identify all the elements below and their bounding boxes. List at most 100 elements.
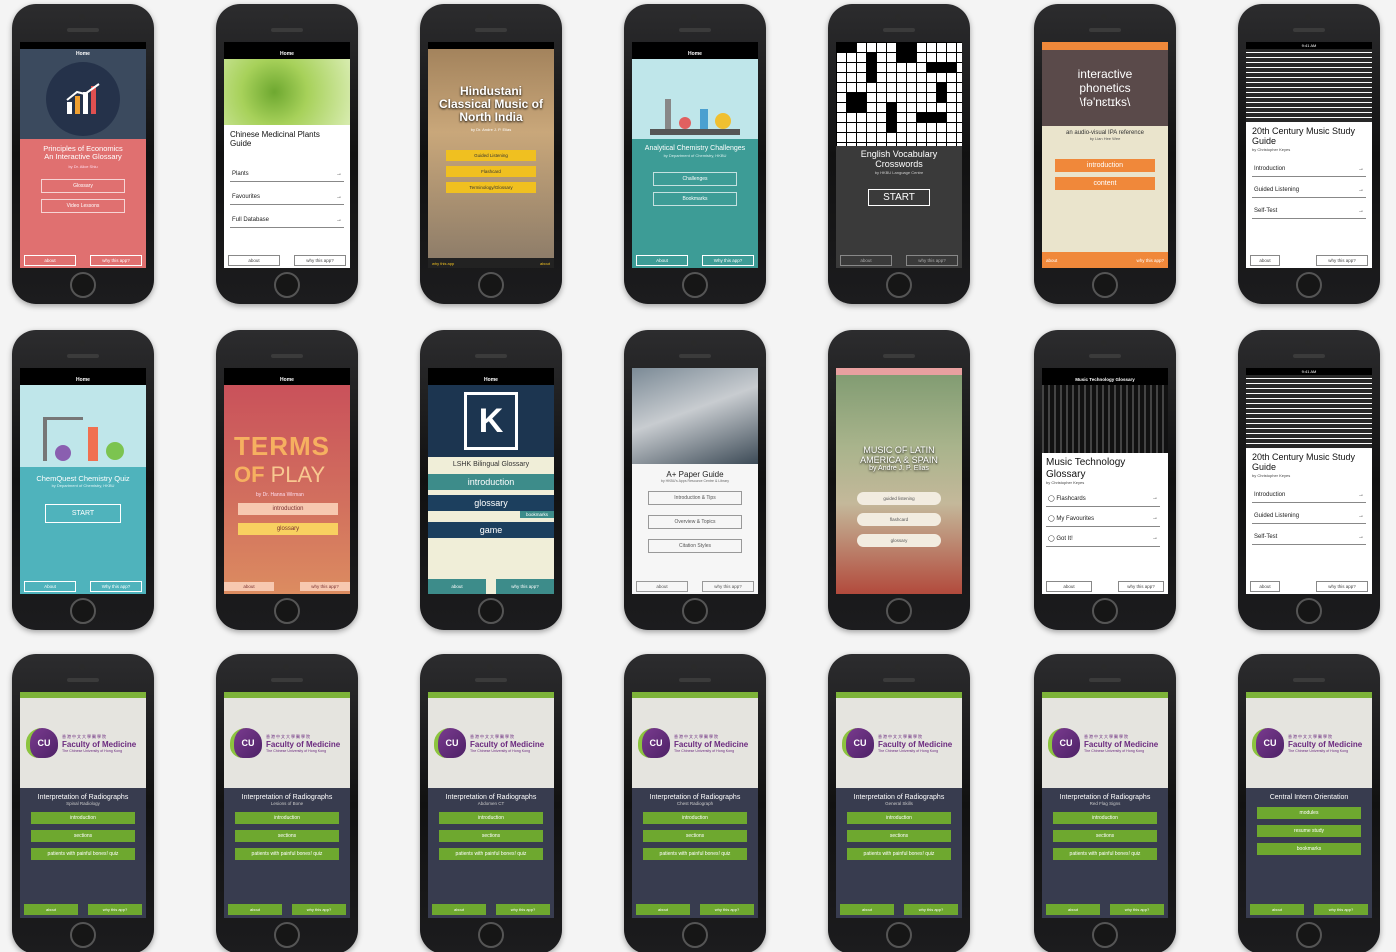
menu-button-3[interactable]: patients with painful bones! quiz [439, 848, 543, 860]
guided-listening-button[interactable]: guided listening [857, 492, 941, 505]
list-item-full-database[interactable]: Full Database → [230, 213, 344, 228]
list-item-my-favourites[interactable]: ◯ My Favourites → [1046, 511, 1160, 527]
menu-button-1[interactable]: introduction [235, 812, 339, 824]
why-button[interactable]: why this app? [88, 904, 142, 915]
glossary-button[interactable]: glossary [428, 495, 554, 511]
home-button[interactable] [886, 598, 912, 624]
menu-button-3[interactable]: patients with painful bones! quiz [643, 848, 747, 860]
menu-button-3[interactable]: bookmarks [1257, 843, 1361, 855]
why-button[interactable]: why this app? [292, 904, 346, 915]
why-button[interactable]: why this app? [1110, 904, 1164, 915]
about-button[interactable]: about [1250, 580, 1280, 592]
home-button[interactable] [1092, 922, 1118, 948]
menu-button-2[interactable]: sections [235, 830, 339, 842]
home-button[interactable] [886, 922, 912, 948]
about-button[interactable]: about [636, 904, 690, 915]
why-button[interactable]: why this app? [496, 578, 554, 594]
why-button[interactable]: why this app? [702, 580, 754, 592]
about-button[interactable]: about [1250, 254, 1280, 266]
why-button[interactable]: Why this app? [702, 254, 754, 266]
about-button[interactable]: About [24, 580, 76, 592]
menu-button-2[interactable]: sections [31, 830, 135, 842]
guided-listening-button[interactable]: Guided Listening [446, 149, 536, 161]
glossary-button[interactable]: glossary [857, 534, 941, 547]
about-button[interactable]: about [1046, 580, 1092, 592]
why-button[interactable]: why this app? [904, 904, 958, 915]
why-button[interactable]: why this app? [90, 254, 142, 266]
menu-button-3[interactable]: patients with painful bones! quiz [235, 848, 339, 860]
home-button[interactable] [70, 598, 96, 624]
menu-button-3[interactable]: patients with painful bones! quiz [1053, 848, 1157, 860]
why-button[interactable]: why this app? [1118, 580, 1164, 592]
about-button[interactable]: About [636, 254, 688, 266]
about-button[interactable]: about [432, 904, 486, 915]
menu-button-2[interactable]: resume study [1257, 825, 1361, 837]
list-item-flashcards[interactable]: ◯ Flashcards → [1046, 491, 1160, 507]
bookmarks-button[interactable]: Bookmarks [653, 191, 737, 206]
home-button[interactable] [478, 922, 504, 948]
overview-topics-button[interactable]: Overview & Topics [648, 515, 742, 529]
why-link[interactable]: why this app? [1136, 258, 1164, 263]
home-button[interactable] [1296, 922, 1322, 948]
why-button[interactable]: why this app? [906, 254, 958, 266]
menu-button-2[interactable]: sections [439, 830, 543, 842]
home-button[interactable] [70, 922, 96, 948]
home-button[interactable] [886, 272, 912, 298]
introduction-button[interactable]: introduction [1055, 159, 1155, 172]
game-button[interactable]: game [428, 522, 554, 538]
home-button[interactable] [478, 598, 504, 624]
about-button[interactable]: about [840, 254, 892, 266]
content-button[interactable]: content [1055, 177, 1155, 190]
why-button[interactable]: why this app? [496, 904, 550, 915]
about-button[interactable]: about [228, 254, 280, 266]
about-link[interactable]: about [540, 261, 550, 266]
about-button[interactable]: about [1046, 904, 1100, 915]
list-item-guided-listening[interactable]: Guided Listening → [1252, 509, 1366, 524]
home-button[interactable] [274, 922, 300, 948]
about-button[interactable]: about [24, 904, 78, 915]
why-button[interactable]: why this app? [1316, 580, 1368, 592]
menu-button-1[interactable]: introduction [847, 812, 951, 824]
list-item-introduction[interactable]: Introduction → [1252, 162, 1366, 177]
menu-button-3[interactable]: patients with painful bones! quiz [31, 848, 135, 860]
bookmarks-badge[interactable]: bookmarks [519, 511, 554, 518]
why-button[interactable]: why this app? [1314, 904, 1368, 915]
about-button[interactable]: about [636, 580, 688, 592]
list-item-guided-listening[interactable]: Guided Listening → [1252, 183, 1366, 198]
home-button[interactable] [682, 598, 708, 624]
menu-button-1[interactable]: introduction [643, 812, 747, 824]
menu-button-2[interactable]: sections [1053, 830, 1157, 842]
about-button[interactable]: about [840, 904, 894, 915]
why-button[interactable]: why this app? [294, 254, 346, 266]
flashcard-button[interactable]: Flashcard [446, 165, 536, 177]
challenges-button[interactable]: Challenges [653, 171, 737, 186]
introduction-button[interactable]: introduction [238, 503, 338, 515]
introduction-tips-button[interactable]: Introduction & Tips [648, 491, 742, 505]
why-button[interactable]: why this app? [1316, 254, 1368, 266]
introduction-button[interactable]: introduction [428, 474, 554, 490]
list-item-self-test[interactable]: Self-Test → [1252, 530, 1366, 545]
glossary-button[interactable]: Glossary [41, 178, 125, 193]
about-link[interactable]: about [1046, 258, 1057, 263]
why-button[interactable]: why this app? [700, 904, 754, 915]
menu-button-2[interactable]: sections [847, 830, 951, 842]
about-button[interactable]: about [24, 254, 76, 266]
video-lessons-button[interactable]: Video Lessons [41, 198, 125, 213]
list-item-favourites[interactable]: Favourites → [230, 190, 344, 205]
why-button[interactable]: Why this app? [90, 580, 142, 592]
home-button[interactable] [274, 272, 300, 298]
menu-button-1[interactable]: introduction [1053, 812, 1157, 824]
about-button[interactable]: about [224, 581, 274, 591]
home-button[interactable] [70, 272, 96, 298]
why-button[interactable]: why this app? [300, 581, 350, 591]
home-button[interactable] [1092, 272, 1118, 298]
home-button[interactable] [274, 598, 300, 624]
glossary-button[interactable]: glossary [238, 523, 338, 535]
start-button[interactable]: START [868, 188, 930, 206]
list-item-plants[interactable]: Plants → [230, 167, 344, 182]
about-button[interactable]: about [228, 904, 282, 915]
home-button[interactable] [1296, 598, 1322, 624]
home-button[interactable] [682, 272, 708, 298]
list-item-self-test[interactable]: Self-Test → [1252, 204, 1366, 219]
start-button[interactable]: START [45, 504, 121, 524]
